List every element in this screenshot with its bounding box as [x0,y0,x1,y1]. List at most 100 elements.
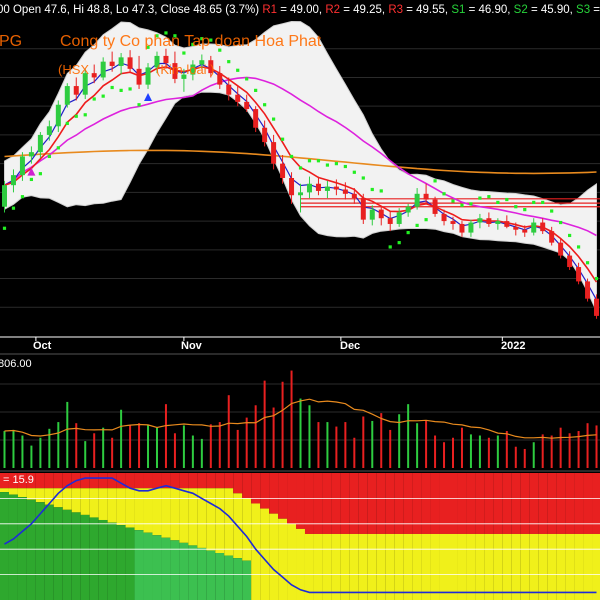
volume-bar [12,429,15,468]
indicator-green-column [143,532,153,600]
indicator-green-column [98,519,108,600]
volume-bar [514,446,517,468]
sar-dot [469,202,473,206]
volume-bar [308,405,311,468]
candle-body [127,57,133,69]
indicator-yellow-column [367,533,377,600]
sar-dot [128,87,132,91]
indicator-green-column [80,514,90,600]
candle-body [378,209,384,219]
candle-body [136,68,142,85]
indicator-red-column [385,473,395,534]
indicator-yellow-column [439,533,449,600]
indicator-green-column [161,537,171,600]
indicator-yellow-column [287,523,297,600]
volume-bar [326,422,329,468]
indicator-yellow-column [574,533,584,600]
sar-dot [280,137,285,141]
indicator-red-column [251,473,261,504]
sar-dot [74,114,78,118]
volume-bar [416,423,419,468]
volume-bar [138,423,141,468]
candle-body [64,86,70,105]
candle-body [262,127,268,143]
indicator-red-column [269,473,279,514]
sar-dot [272,117,276,121]
indicator-yellow-column [403,533,413,600]
sar-dot [451,199,455,203]
indicator-green-column [0,492,9,600]
indicator-yellow-column [304,533,314,600]
sar-dot [388,245,392,249]
candle-body [235,94,241,102]
sar-dot [92,97,96,101]
indicator-yellow-column [385,533,395,600]
indicator-red-column [143,473,153,489]
volume-bar [227,395,230,468]
indicator-yellow-column [125,488,135,528]
sar-dot [289,154,294,159]
indicator-yellow-column [242,498,252,561]
volume-bar [523,448,526,468]
sar-dot [20,195,25,199]
indicator-yellow-column [322,533,332,600]
volume-bar [57,422,60,468]
sar-dot [307,159,312,163]
volume-bar [84,441,87,468]
indicator-yellow-column [80,488,90,515]
candle-body [333,186,339,190]
volume-bar [191,435,194,468]
volume-bar [75,423,78,468]
indicator-red-column [89,473,99,489]
volume-bar [147,425,150,468]
candle-body [10,175,16,186]
candle-body [2,185,7,207]
exchange-label: (HSX [58,62,89,77]
sar-dot [254,88,258,92]
indicator-yellow-column [116,488,126,526]
indicator-red-column [233,473,243,494]
indicator-yellow-column [493,533,503,600]
indicator-red-column [529,473,539,534]
indicator-yellow-column [161,488,171,538]
indicator-yellow-column [188,488,198,546]
indicator-red-column [502,473,512,534]
indicator-red-column [278,473,288,519]
indicator-red-column [511,473,521,534]
volume-bar [254,405,257,468]
volume-bar [389,429,392,468]
volume-bar [164,404,167,468]
candle-body [585,281,591,299]
candle-body [37,134,43,153]
volume-bar [209,424,212,468]
sar-dot [532,200,536,205]
indicator-green-column [197,547,207,600]
sar-dot [442,192,446,196]
indicator-red-column [448,473,458,534]
candle-body [432,199,438,214]
sar-dot [227,60,231,64]
indicator-yellow-column [394,533,404,600]
candle-body [91,73,97,78]
sar-dot [576,245,581,249]
header-segment: = 45.90, [528,4,573,16]
indicator-red-column [439,473,449,534]
sar-dot [415,223,419,227]
candle-body [459,223,465,233]
sar-dot [298,166,303,170]
candle-body [244,101,250,110]
candle-body [298,192,304,196]
x-axis: Oct Nov Dec 2022 [0,336,600,352]
indicator-yellow-column [565,533,575,600]
x-tick-label-dec: Dec [340,340,360,352]
candle-body [109,61,115,66]
candle-body [19,156,25,176]
candle-body [369,209,375,220]
indicator-yellow-column [107,488,117,523]
sar-dot [514,205,518,209]
volume-bar [568,433,571,468]
candle-body [549,231,555,243]
candle-body [46,126,52,135]
indicator-green-column [206,550,216,600]
indicator-green-column [8,494,18,600]
